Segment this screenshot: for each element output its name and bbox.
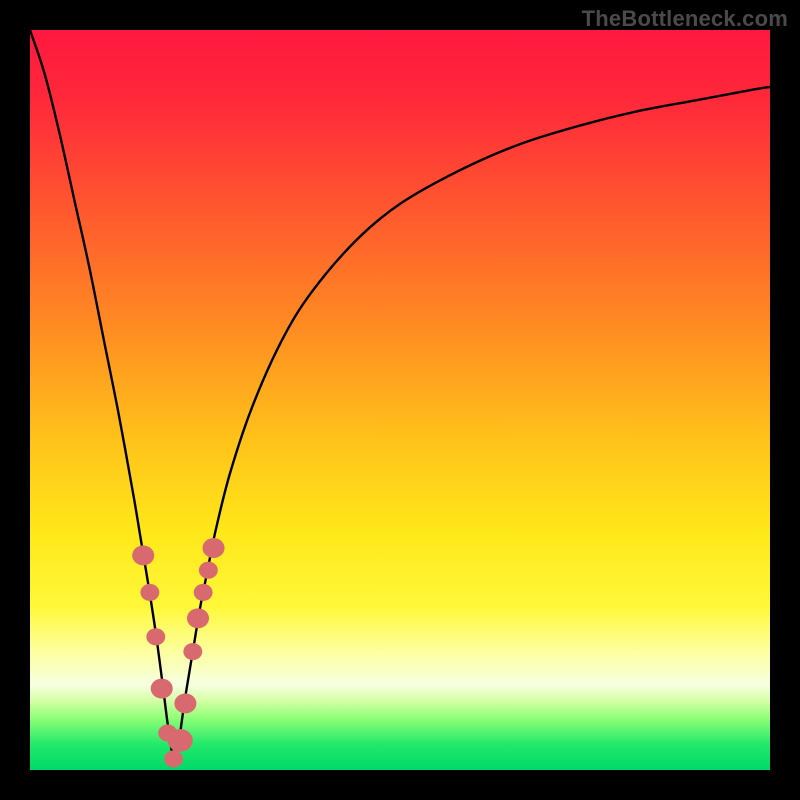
curve-marker xyxy=(202,538,224,558)
curve-marker xyxy=(146,628,165,645)
curve-marker xyxy=(164,750,183,767)
chart-frame: TheBottleneck.com xyxy=(0,0,800,800)
markers-layer xyxy=(30,30,770,770)
curve-marker xyxy=(140,584,159,601)
curve-marker xyxy=(187,608,209,628)
curve-marker xyxy=(132,545,154,565)
watermark-text: TheBottleneck.com xyxy=(582,6,788,32)
plot-area xyxy=(30,30,770,770)
curve-marker xyxy=(174,693,196,713)
curve-marker xyxy=(194,584,213,601)
curve-marker xyxy=(183,643,202,660)
marker-group xyxy=(132,538,224,767)
curve-marker xyxy=(199,562,218,579)
curve-marker xyxy=(168,729,193,752)
curve-marker xyxy=(151,679,173,699)
